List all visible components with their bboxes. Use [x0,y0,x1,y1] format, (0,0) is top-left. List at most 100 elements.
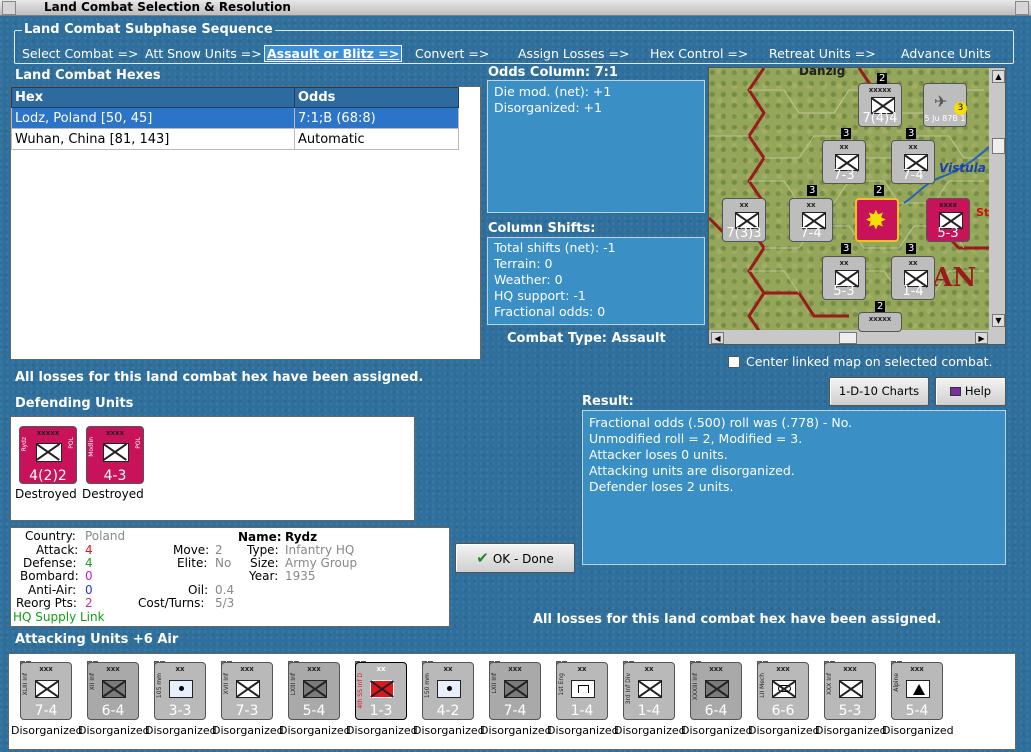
checkmark-icon: ✔ [476,549,489,567]
unit-counter[interactable]: xx 105 mm 3-3 [154,662,206,720]
scroll-right-icon[interactable]: ▶ [975,332,988,344]
attacking-unit[interactable]: xxx LXII Inf 7-4 Disorganized [480,661,552,752]
combat-type-label: Combat Type: Assault [507,331,666,346]
counter-value: 6-4 [101,703,125,719]
unit-counter[interactable]: xxx XXXIII Inf 6-4 [690,662,742,720]
counter-unit-name: 1st Eng [558,673,565,696]
unit-counter[interactable]: xxx LII Mech 6-6 [757,662,809,720]
map-counter-hq[interactable]: xxxxx 7(4)4 [858,83,902,127]
counter-value: 5-3 [833,284,855,299]
horizontal-scroll-thumb[interactable] [839,332,857,344]
defending-unit-modlin[interactable]: xxxx Modlin POL 4-3 [86,426,144,484]
map-counter-unit[interactable]: xx 7-3 [822,140,866,184]
unit-status: Destroyed [82,487,144,501]
map-counter-unit[interactable]: xx 1-4 [891,256,935,300]
unit-counter[interactable]: xxx XVII Inf 7-3 [221,662,273,720]
disorganized-line: Disorganized: +1 [494,100,602,115]
infantry-unit-icon [236,680,260,698]
unit-counter[interactable]: xx 1st Eng 1-4 [556,662,608,720]
center-map-checkbox[interactable] [728,356,740,368]
defending-unit-rydz[interactable]: xxxxx Rydz POL 4(2)2 [19,426,77,484]
column-header-odds[interactable]: Odds [294,87,459,108]
scroll-up-icon[interactable]: ▲ [992,70,1005,83]
unit-counter[interactable]: xxx XII Inf 6-4 [87,662,139,720]
attacking-unit[interactable]: xx 150 mm 4-2 Disorganized [413,661,485,752]
step-assign-losses[interactable]: Assign Losses => [518,46,629,61]
window-close-icon[interactable] [1015,1,1029,15]
attacking-unit[interactable]: xx 3rd Inf Div 1-4 Disorganized [614,661,686,752]
hex-cell[interactable]: Wuhan, China [81, 143] [11,128,295,150]
unit-counter[interactable]: xxx LXIII Inf 5-4 [288,662,340,720]
unit-counter[interactable]: xxx Alpine 5-4 [891,662,943,720]
attacking-unit[interactable]: xxx XVII Inf 7-3 Disorganized [212,661,284,752]
unit-counter[interactable]: xx 150 mm 4-2 [422,662,474,720]
cost-label: Cost/Turns: [138,596,205,610]
step-att-snow-units[interactable]: Att Snow Units => [145,46,262,61]
unit-counter[interactable]: xxx XXX Inf 5-3 [824,662,876,720]
step-advance-units[interactable]: Advance Units [901,46,991,61]
attacking-unit[interactable]: xxx XXXIII Inf 6-4 Disorganized [681,661,753,752]
infantry-unit-icon [638,680,662,698]
supply-indicator [221,655,251,666]
stack-count: 3 [807,185,818,196]
scroll-left-icon[interactable]: ◀ [711,332,724,344]
odds-cell[interactable]: Automatic [294,128,459,150]
table-row[interactable]: Wuhan, China [81, 143] Automatic [11,128,459,150]
attacking-unit[interactable]: xx 105 mm 3-3 Disorganized [145,661,217,752]
bombard-value: 0 [85,569,93,583]
ok-done-label: OK - Done [492,552,554,566]
map-counter-unit[interactable]: xx 7-4 [789,198,833,242]
unit-counter[interactable]: xx 3rd Inf Div 1-4 [623,662,675,720]
defense-value: 4 [85,556,93,570]
attacking-unit[interactable]: xxx XII Inf 6-4 Disorganized [78,661,150,752]
attacking-unit[interactable]: xx 4th SS Inf D 1-3 Disorganized [346,661,418,752]
step-select-combat[interactable]: Select Combat => [22,46,139,61]
map-counter-unit[interactable]: xxxx 5-3 [926,198,970,242]
unit-counter[interactable]: xx 4th SS Inf D 1-3 [355,662,407,720]
unit-counter[interactable]: xxx XLIII Inf 7-4 [20,662,72,720]
counter-value: 1-3 [369,703,393,719]
attacking-units-strip: xxx XLIII Inf 7-4 Disorganized xxx XII Inf 6-4… [8,653,1016,750]
attacking-unit[interactable]: xx 1st Eng 1-4 Disorganized [547,661,619,752]
step-convert[interactable]: Convert => [415,46,489,61]
map-label-vistula: Vistula [939,161,986,175]
counter-nation: POL [68,437,75,449]
counter-value: 3-3 [168,703,192,719]
attacking-unit[interactable]: xxx XLIII Inf 7-4 Disorganized [11,661,83,752]
combat-hexes-table: Hex Odds Lodz, Poland [50, 45] 7:1;B (68… [11,87,459,150]
linked-map[interactable]: Danzig Vistula LAN St xxxxx 7(4)4 ✈ 3 5 … [708,67,1006,345]
unit-counter[interactable]: xxx LXII Inf 7-4 [489,662,541,720]
unit-status: Disorganized [11,724,83,737]
attacking-unit[interactable]: xxx LII Mech 6-6 Disorganized [748,661,820,752]
help-button[interactable]: Help [935,377,1006,406]
map-counter-target[interactable]: ✸ [855,198,899,242]
map-counter-unit[interactable]: xx 5-3 [822,256,866,300]
map-counter-unit[interactable]: xx 7(3)3 [722,198,766,242]
hex-cell[interactable]: Lodz, Poland [50, 45] [11,107,295,129]
step-hex-control[interactable]: Hex Control => [650,46,748,61]
step-assault-or-blitz[interactable]: Assault or Blitz => [264,45,403,62]
map-counter-air[interactable]: ✈ 3 5 Ju 87B 1 [923,83,967,127]
charts-button[interactable]: 1-D-10 Charts [829,377,929,406]
vertical-scroll-thumb[interactable] [992,138,1005,154]
unit-status: Disorganized [78,724,150,737]
counter-value: 4(2)2 [29,468,67,484]
bombard-label: Bombard: [20,569,79,583]
attacking-unit[interactable]: xxx XXX Inf 5-3 Disorganized [815,661,887,752]
attacking-unit[interactable]: xxx Alpine 5-4 Disorganized [882,661,954,752]
table-row[interactable]: Lodz, Poland [50, 45] 7:1;B (68:8) [11,107,459,129]
country-value: Poland [85,529,126,543]
column-header-hex[interactable]: Hex [11,87,295,108]
counter-value: 7-3 [833,168,855,183]
scroll-down-icon[interactable]: ▼ [992,314,1005,327]
ok-done-button[interactable]: ✔ OK - Done [455,543,575,573]
attacking-unit[interactable]: xxx LXIII Inf 5-4 Disorganized [279,661,351,752]
counter-value: 1-4 [902,284,924,299]
window-menu-icon[interactable] [2,1,16,15]
map-counter-unit[interactable]: xxxxx [858,312,902,332]
step-retreat-units[interactable]: Retreat Units => [769,46,876,61]
map-counter-unit[interactable]: xx 7-4 [891,140,935,184]
odds-cell[interactable]: 7:1;B (68:8) [294,107,459,129]
window-titlebar: Land Combat Selection & Resolution [0,0,1031,16]
counter-unit-name: LXIII Inf [290,673,297,696]
